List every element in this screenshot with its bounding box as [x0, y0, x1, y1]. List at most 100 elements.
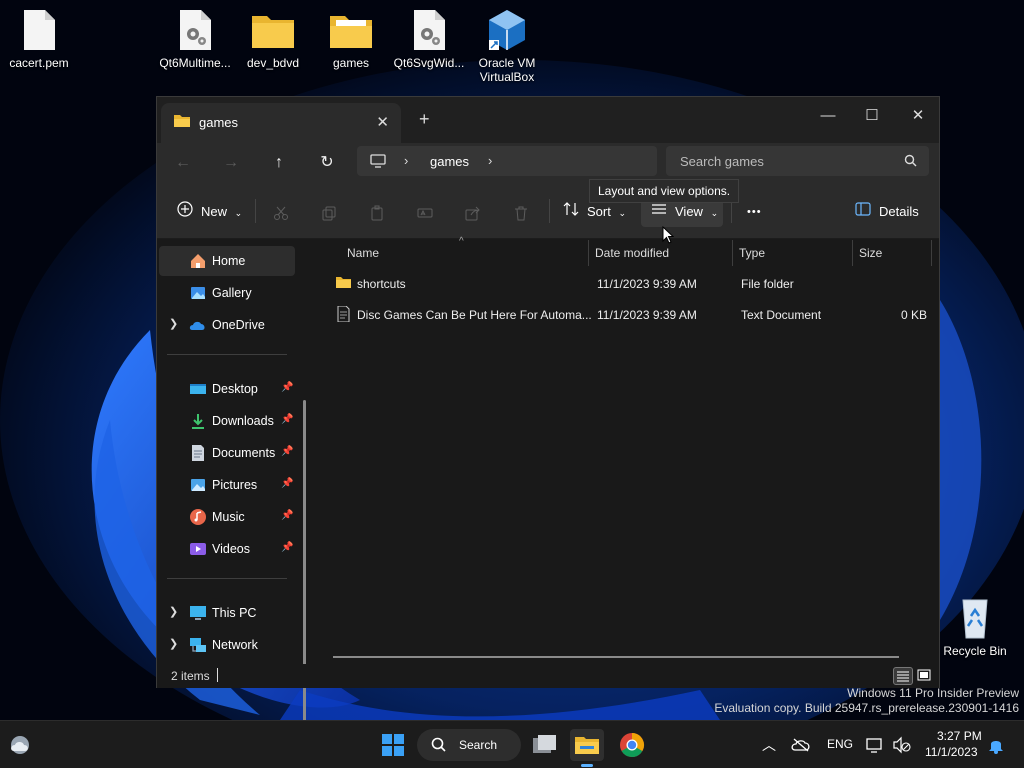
chevron-right-icon[interactable]: ❯	[169, 637, 178, 650]
search-placeholder: Search games	[680, 154, 764, 169]
title-bar[interactable]: games ✕ + — ☐ ✕	[157, 97, 939, 143]
settings-file-icon	[171, 8, 219, 52]
sidebar-item-this-pc[interactable]: ❯ This PC	[159, 598, 295, 628]
recycle-bin-icon	[951, 596, 999, 640]
task-view-icon[interactable]	[527, 729, 561, 761]
close-button[interactable]: ✕	[895, 101, 941, 133]
large-icons-view-icon[interactable]	[915, 667, 935, 685]
paste-icon[interactable]	[369, 197, 385, 227]
details-view-icon[interactable]	[893, 667, 913, 685]
file-size: 0 KB	[900, 308, 927, 322]
desktop-icon-label: Qt6Multime...	[159, 56, 231, 70]
breadcrumb-games[interactable]: games	[430, 154, 469, 169]
sidebar-item-gallery[interactable]: Gallery	[159, 278, 295, 308]
sidebar-item-videos[interactable]: Videos 📌	[159, 534, 295, 564]
desktop-icon-qt6multimedia[interactable]: Qt6Multime...	[156, 8, 234, 70]
pin-icon[interactable]: 📌	[281, 382, 293, 393]
new-button[interactable]: New ⌄	[177, 197, 242, 227]
file-list: ^ Name Date modified Type Size shortcuts…	[315, 236, 939, 664]
pin-icon[interactable]: 📌	[281, 478, 293, 489]
file-name: shortcuts	[357, 277, 406, 291]
sidebar-divider	[167, 578, 287, 579]
notification-bell-icon[interactable]	[988, 736, 1004, 757]
cut-icon[interactable]	[273, 197, 289, 227]
tab-games[interactable]: games ✕	[161, 103, 401, 143]
taskbar-search-button[interactable]: Search	[417, 729, 521, 761]
show-hidden-icons-chevron[interactable]: ︿	[762, 735, 776, 755]
breadcrumb-separator[interactable]: ›	[404, 153, 408, 168]
command-bar: New ⌄ Sort ⌄ View ⌄ ••• Details	[157, 183, 939, 239]
sidebar-item-onedrive[interactable]: ❯ OneDrive	[159, 310, 295, 340]
status-divider	[217, 668, 218, 682]
pin-icon[interactable]: 📌	[281, 446, 293, 457]
chevron-down-icon: ⌄	[618, 208, 627, 218]
desktop-icon-cacert[interactable]: cacert.pem	[0, 8, 78, 70]
weather-icon[interactable]	[6, 731, 40, 763]
breadcrumb-separator[interactable]: ›	[488, 153, 492, 168]
maximize-button[interactable]: ☐	[849, 101, 895, 133]
sidebar-item-pictures[interactable]: Pictures 📌	[159, 470, 295, 500]
sidebar-item-downloads[interactable]: Downloads 📌	[159, 406, 295, 436]
file-explorer-taskbar-icon[interactable]	[570, 729, 604, 767]
desktop-icon-recycle-bin[interactable]: Recycle Bin	[936, 596, 1014, 658]
new-tab-button[interactable]: +	[419, 109, 430, 130]
clock-time[interactable]: 3:27 PM	[937, 729, 982, 743]
folder-icon	[335, 275, 352, 293]
column-header-name[interactable]: Name	[341, 240, 589, 266]
up-button[interactable]: ↑	[266, 151, 292, 175]
sidebar-item-label: Pictures	[212, 478, 258, 492]
back-button[interactable]: ←	[170, 151, 196, 175]
toolbar-divider	[549, 199, 550, 223]
column-header-type[interactable]: Type	[733, 240, 853, 266]
address-bar-row: ← → ↑ ↻ › games › Search games	[157, 143, 939, 183]
desktop-icon-virtualbox[interactable]: Oracle VM VirtualBox	[468, 8, 546, 84]
sidebar-item-network[interactable]: ❯ Network	[159, 630, 295, 660]
delete-icon[interactable]	[513, 197, 529, 227]
chrome-icon[interactable]	[615, 729, 649, 761]
desktop-icon-qt6svgwidgets[interactable]: Qt6SvgWid...	[390, 8, 468, 70]
pin-icon[interactable]: 📌	[281, 542, 293, 553]
chevron-right-icon[interactable]: ❯	[169, 317, 178, 330]
pin-icon[interactable]: 📌	[281, 414, 293, 425]
search-input[interactable]: Search games	[666, 146, 929, 176]
tab-close-icon[interactable]: ✕	[376, 113, 389, 131]
language-indicator[interactable]: ENG	[827, 737, 853, 751]
address-field[interactable]: › games ›	[357, 146, 657, 176]
file-type: Text Document	[741, 308, 822, 322]
folder-icon	[249, 8, 297, 52]
column-header-size[interactable]: Size	[853, 240, 931, 266]
sidebar-item-documents[interactable]: Documents 📌	[159, 438, 295, 468]
desktop-icon-dev-bdvd[interactable]: dev_bdvd	[234, 8, 312, 70]
column-separator[interactable]	[931, 240, 932, 266]
share-icon[interactable]	[465, 197, 481, 227]
details-label: Details	[879, 204, 919, 219]
copy-icon[interactable]	[321, 197, 337, 227]
minimize-button[interactable]: —	[805, 101, 851, 133]
start-button[interactable]	[376, 729, 410, 761]
clock-date[interactable]: 11/1/2023	[925, 745, 978, 759]
sidebar-item-desktop[interactable]: Desktop 📌	[159, 374, 295, 404]
more-options-button[interactable]: •••	[747, 197, 762, 227]
sidebar-item-music[interactable]: Music 📌	[159, 502, 295, 532]
desktop-icon-games[interactable]: games	[312, 8, 390, 70]
details-button[interactable]: Details	[855, 197, 919, 227]
refresh-button[interactable]: ↻	[314, 151, 340, 175]
status-bar: 2 items	[157, 664, 939, 688]
forward-button[interactable]: →	[218, 151, 244, 175]
column-header-date-modified[interactable]: Date modified	[589, 240, 733, 266]
rename-icon[interactable]	[417, 197, 433, 227]
network-status-icon[interactable]	[866, 736, 886, 757]
file-row-readme[interactable]: Disc Games Can Be Put Here For Automa...…	[319, 301, 931, 329]
volume-muted-icon[interactable]	[892, 736, 912, 757]
horizontal-scrollbar[interactable]	[333, 656, 899, 658]
pin-icon[interactable]: 📌	[281, 510, 293, 521]
sidebar-item-home[interactable]: Home	[159, 246, 295, 276]
file-type: File folder	[741, 277, 794, 291]
chevron-right-icon[interactable]: ❯	[169, 605, 178, 618]
toolbar-divider	[255, 199, 256, 223]
sidebar-scrollbar[interactable]	[303, 400, 306, 760]
onedrive-offline-icon[interactable]	[791, 738, 811, 755]
chevron-down-icon: ⌄	[710, 208, 719, 218]
file-explorer-window: games ✕ + — ☐ ✕ ← → ↑ ↻ › games › Search…	[156, 96, 940, 760]
file-row-shortcuts[interactable]: shortcuts 11/1/2023 9:39 AM File folder	[319, 270, 931, 298]
